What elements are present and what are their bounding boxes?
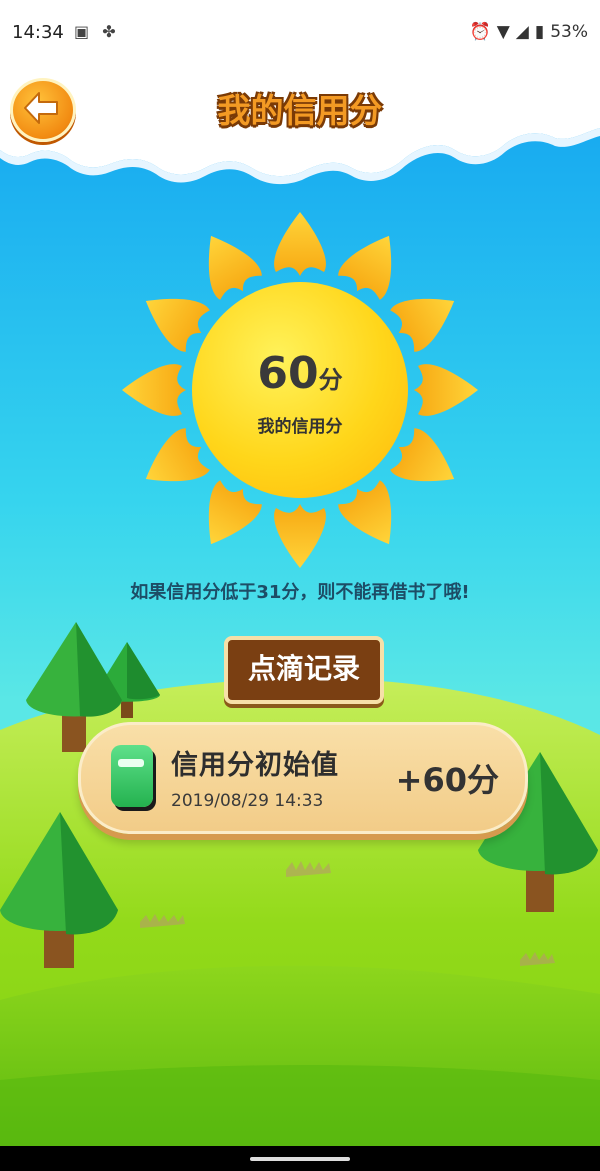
page-title: 我的信用分 — [217, 91, 383, 130]
alarm-icon: ⏰ — [469, 22, 491, 42]
warning-text: 如果信用分低于31分，则不能再借书了哦! — [130, 582, 470, 603]
system-nav-bar — [0, 1146, 600, 1171]
sun-ray — [338, 480, 392, 545]
records-sign[interactable]: 点滴记录 — [224, 636, 384, 704]
credit-score: 60分 — [192, 348, 408, 399]
credit-score-screen: 14:34 ▣ ✤ ⏰ ▼ ◢ ▮ 53% 我的信用分 60分 我的信用分 如果… — [0, 0, 600, 1171]
sun-ray — [274, 212, 326, 276]
record-points: +60分 — [395, 761, 499, 799]
record-date: 2019/08/29 14:33 — [171, 791, 324, 811]
score-unit: 分 — [318, 366, 343, 394]
signal-icon: ◢ — [515, 22, 529, 42]
score-value: 60 — [257, 348, 319, 399]
wifi-icon: ▼ — [496, 22, 510, 42]
status-time: 14:34 — [12, 22, 64, 43]
battery-icon: ▮ — [534, 22, 545, 42]
sun-ray — [122, 364, 186, 416]
status-bar: 14:34 ▣ ✤ ⏰ ▼ ◢ ▮ 53% — [0, 0, 600, 66]
notebook-icon — [111, 745, 153, 807]
leaf-icon: ✤ — [102, 22, 116, 41]
image-icon: ▣ — [74, 22, 90, 41]
battery-percent: 53% — [550, 22, 588, 42]
record-title: 信用分初始值 — [171, 750, 339, 781]
sun-ray — [414, 364, 478, 416]
score-label: 我的信用分 — [257, 417, 343, 437]
sun-ray — [274, 504, 326, 568]
record-card: 信用分初始值 2019/08/29 14:33 +60分 — [78, 722, 528, 834]
home-handle[interactable] — [250, 1157, 350, 1161]
